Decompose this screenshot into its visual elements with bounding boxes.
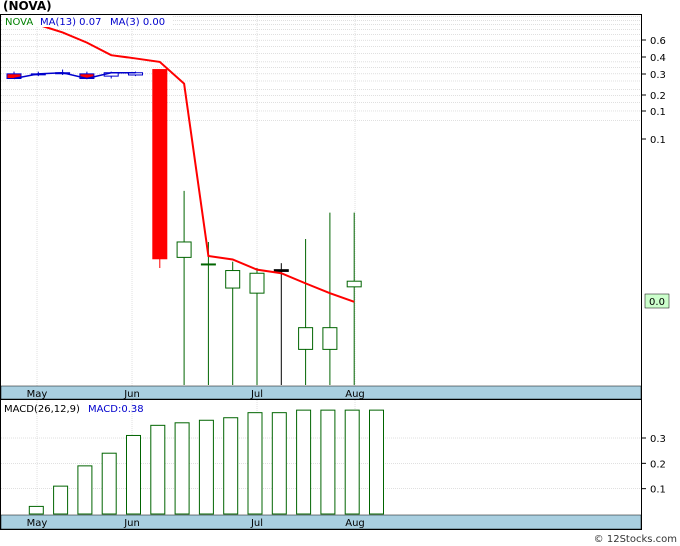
macd-bar <box>101 452 117 515</box>
price-panel <box>0 14 642 405</box>
macd-y-tick-label: 0.1 <box>650 485 666 496</box>
candle-body <box>273 269 289 272</box>
price-x-axis: May Jun Jul Aug <box>0 385 642 400</box>
macd-legend-entry: MACD(26,12,9) <box>4 404 80 415</box>
price-chart: May Jun Jul Aug 0.6 0.4 0.3 0.2 0.1 0.1 NOVA MA(1… <box>0 14 670 530</box>
candle-body <box>346 280 362 288</box>
candle-body <box>225 270 241 289</box>
macd-bar <box>198 419 214 515</box>
candle-body <box>200 263 216 266</box>
candle-body <box>152 69 168 260</box>
price-legend: NOVA MA(13) 0.07 MA(3) 0.00 <box>2 15 172 28</box>
macd-bar <box>174 422 190 515</box>
price-y-tick-label: 0.1 <box>650 135 666 146</box>
macd-x-tick-label: Aug <box>345 518 365 529</box>
macd-bar <box>150 424 166 515</box>
macd-x-tick-label: Jul <box>250 518 263 529</box>
macd-legend-entry: MACD:0.38 <box>88 404 144 415</box>
macd-bar <box>126 434 141 515</box>
macd-x-tick-label: Jun <box>123 518 140 529</box>
macd-bar <box>53 485 69 515</box>
candle-body <box>298 327 314 350</box>
macd-bar <box>369 409 384 515</box>
price-legend-entry: NOVA <box>5 17 33 28</box>
macd-legend: MACD(26,12,9) MACD:0.38 <box>4 404 144 415</box>
price-legend-entry: MA(13) 0.07 <box>40 17 101 28</box>
price-y-tick-label: 0.4 <box>650 53 666 64</box>
price-x-tick-label: May <box>27 389 48 400</box>
price-x-axis-band <box>0 385 642 400</box>
macd-y-axis: 0.3 0.2 0.1 <box>641 434 666 496</box>
macd-bar <box>320 409 336 515</box>
macd-bar <box>247 412 263 515</box>
price-x-tick-label: Aug <box>345 389 365 400</box>
macd-y-tick-label: 0.3 <box>650 434 666 445</box>
candle-body <box>249 272 265 294</box>
macd-x-axis: May Jun Jul Aug <box>0 514 642 530</box>
candle-body <box>176 241 192 258</box>
macd-x-axis-band <box>0 514 642 530</box>
macd-bar <box>344 409 360 515</box>
macd-bar <box>296 409 312 515</box>
price-y-tick-label: 0.2 <box>650 91 666 102</box>
price-y-tick-label: 0.6 <box>650 36 666 47</box>
macd-bar <box>223 417 239 515</box>
price-y-axis: 0.6 0.4 0.3 0.2 0.1 0.1 <box>641 36 666 146</box>
macd-y-tick-label: 0.2 <box>650 459 666 470</box>
price-y-tick-label: 0.3 <box>650 70 666 81</box>
price-y-tick-label: 0.1 <box>650 107 666 118</box>
macd-bar <box>271 412 287 515</box>
price-x-tick-label: Jul <box>250 389 263 400</box>
last-value-label: 0.0 <box>649 297 665 308</box>
last-value: 0.0 <box>644 293 670 309</box>
candle-body <box>322 327 338 350</box>
price-legend-entry: MA(3) 0.00 <box>110 17 165 28</box>
macd-x-tick-label: May <box>27 518 48 529</box>
price-x-tick-label: Jun <box>123 389 140 400</box>
macd-bar <box>28 505 44 515</box>
macd-bar <box>77 465 93 515</box>
